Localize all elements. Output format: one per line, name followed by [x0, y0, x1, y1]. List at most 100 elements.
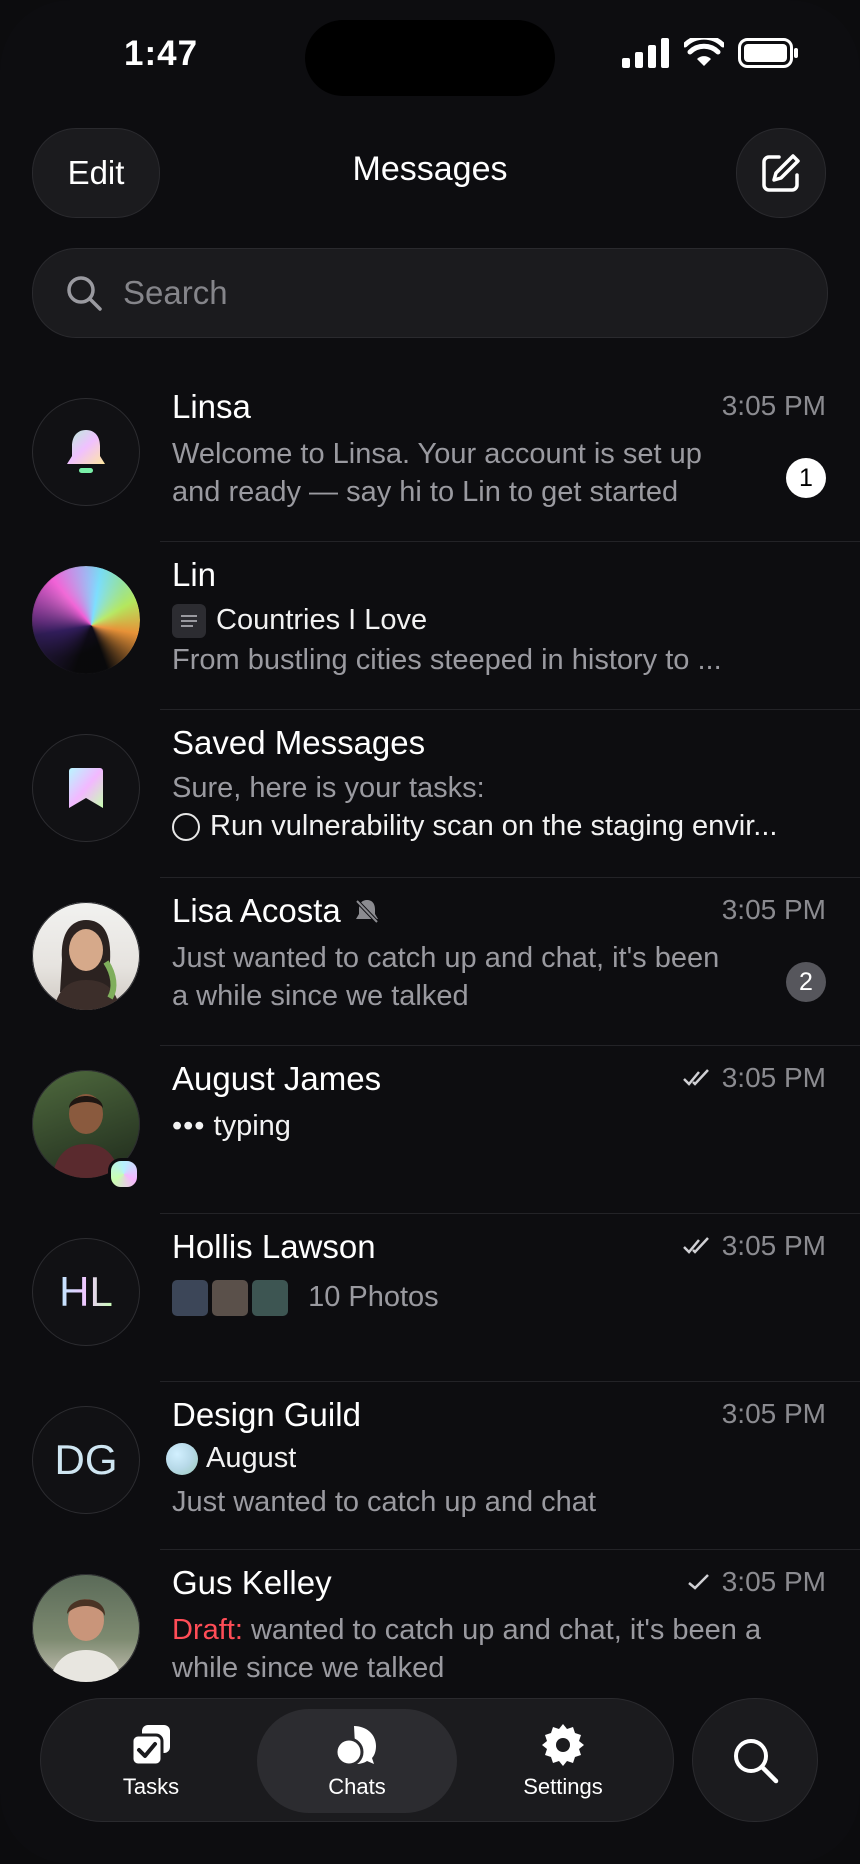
chat-row-hollis-lawson[interactable]: HL Hollis Lawson 3:05 PM 10 Photos: [0, 1214, 860, 1382]
chat-row-linsa[interactable]: Linsa 3:05 PM Welcome to Linsa. Your acc…: [0, 374, 860, 542]
dynamic-island: [305, 20, 555, 96]
avatar-initials: DG: [32, 1406, 140, 1514]
muted-bell-icon: [355, 899, 379, 924]
time-text: 3:05 PM: [721, 390, 826, 421]
draft-label: Draft:: [172, 1614, 243, 1646]
chat-time: 3:05 PM: [722, 390, 826, 422]
tab-tasks[interactable]: Tasks: [51, 1709, 251, 1813]
chat-name: Hollis Lawson: [172, 1228, 376, 1265]
chat-name: Design Guild: [172, 1396, 361, 1433]
tab-label: Chats: [328, 1774, 386, 1799]
tab-chats[interactable]: Chats: [257, 1709, 457, 1813]
online-status-dot: [108, 1158, 140, 1190]
photo-thumbnail: [252, 1280, 288, 1316]
chat-preview: Just wanted to catch up and chat, it's b…: [172, 942, 720, 974]
chat-name: Gus Kelley: [172, 1564, 332, 1601]
avatar-orb: [32, 566, 140, 674]
chat-preview: From bustling cities steeped in history …: [172, 644, 722, 676]
chat-time: 3:05 PM: [722, 1398, 826, 1430]
search-icon: [67, 276, 102, 311]
person-photo-icon: [50, 1599, 122, 1682]
sender-line: August: [166, 1442, 297, 1476]
chat-time: 3:05 PM: [682, 1230, 826, 1262]
unread-badge: 1: [786, 458, 826, 498]
chat-name: Linsa: [172, 388, 251, 425]
photo-attachment-line: 10 Photos: [172, 1280, 439, 1316]
avatar-initials: HL: [32, 1238, 140, 1346]
chat-preview-2: while since we talked: [172, 1652, 445, 1684]
wifi-icon: [684, 38, 724, 66]
person-photo-icon: [54, 920, 120, 1010]
tab-label: Settings: [523, 1774, 603, 1799]
tab-label: Tasks: [122, 1774, 180, 1799]
chats-icon: [334, 1726, 376, 1767]
task-checkbox-icon: [172, 813, 200, 842]
chat-row-lisa-acosta[interactable]: Lisa Acosta 3:05 PM Just wanted to catch…: [0, 878, 860, 1046]
typing-indicator: ••• typing: [172, 1110, 291, 1143]
chat-name: Saved Messages: [172, 724, 426, 761]
avatar: [32, 398, 140, 506]
avatar: [32, 734, 140, 842]
task-text: Run vulnerability scan on the staging en…: [210, 810, 778, 842]
avatar-photo: [32, 902, 140, 1010]
phone-screen: 1:47 Edit Messages Search Linsa 3:05 PM …: [0, 0, 860, 1864]
chat-time: 3:05 PM: [722, 894, 826, 926]
chat-preview: Welcome to Linsa. Your account is set up: [172, 438, 702, 470]
bookmark-icon: [69, 768, 103, 808]
chat-preview-2: a while since we talked: [172, 980, 469, 1012]
unread-badge: 2: [786, 962, 826, 1002]
tab-settings[interactable]: Settings: [463, 1709, 663, 1813]
chat-name: August James: [172, 1060, 382, 1097]
gear-icon: [542, 1724, 584, 1766]
bell-icon: [67, 430, 105, 473]
time-text: 3:05 PM: [721, 1566, 826, 1597]
compose-icon: [762, 154, 800, 192]
double-check-icon: [682, 1237, 709, 1254]
page-title: Messages: [352, 150, 508, 188]
chat-preview: Sure, here is your tasks:: [172, 772, 485, 804]
time-text: 3:05 PM: [721, 1230, 826, 1261]
compose-button[interactable]: [736, 128, 826, 218]
chat-row-saved-messages[interactable]: Saved Messages Sure, here is your tasks:…: [0, 710, 860, 878]
check-icon: [687, 1574, 709, 1590]
draft-text: wanted to catch up and chat, it's been a: [242, 1614, 762, 1646]
attachment-text: 10 Photos: [308, 1280, 439, 1313]
chat-row-lin[interactable]: Lin Countries I Love From bustling citie…: [0, 542, 860, 710]
initials-text: HL: [59, 1268, 113, 1315]
photo-thumbnail: [172, 1280, 208, 1316]
chat-name-text: Lisa Acosta: [172, 892, 341, 929]
chat-name: Lisa Acosta: [172, 892, 381, 930]
sender-avatar: [166, 1443, 198, 1476]
task-line: Run vulnerability scan on the staging en…: [172, 810, 777, 843]
typing-text: typing: [213, 1110, 291, 1142]
time-text: 3:05 PM: [721, 894, 826, 925]
time-text: 3:05 PM: [721, 1398, 826, 1429]
search-icon: [734, 1739, 779, 1784]
chat-row-gus-kelley[interactable]: Gus Kelley 3:05 PM Draft: wanted to catc…: [0, 1550, 860, 1718]
doc-title: Countries I Love: [216, 604, 428, 636]
chat-row-design-guild[interactable]: DG Design Guild 3:05 PM August Just want…: [0, 1382, 860, 1550]
double-check-icon: [682, 1069, 709, 1086]
chat-preview: Just wanted to catch up and chat: [172, 1486, 596, 1518]
avatar-photo: [32, 1574, 140, 1682]
document-icon: [172, 604, 206, 639]
typing-dots-icon: •••: [172, 1110, 206, 1142]
search-button[interactable]: [692, 1698, 818, 1822]
time-text: 3:05 PM: [721, 1062, 826, 1093]
initials-text: DG: [54, 1436, 118, 1483]
battery-icon: [738, 38, 798, 68]
tab-bar: Tasks Chats Settings: [40, 1698, 674, 1822]
chat-time: 3:05 PM: [682, 1062, 826, 1094]
search-bar[interactable]: [32, 248, 828, 338]
draft-line: Draft: wanted to catch up and chat, it's…: [172, 1614, 761, 1647]
chat-name: Lin: [172, 556, 217, 593]
chat-row-august-james[interactable]: August James 3:05 PM ••• typing: [0, 1046, 860, 1214]
sender-name: August: [206, 1442, 297, 1474]
tasks-icon: [130, 1725, 170, 1767]
chat-doc-line: Countries I Love: [172, 604, 428, 639]
chat-time: 3:05 PM: [686, 1566, 826, 1598]
status-icons: [622, 38, 800, 68]
search-input[interactable]: [121, 273, 725, 313]
chat-preview-2: and ready — say hi to Lin to get started: [172, 476, 679, 508]
photo-thumbnail: [212, 1280, 248, 1316]
